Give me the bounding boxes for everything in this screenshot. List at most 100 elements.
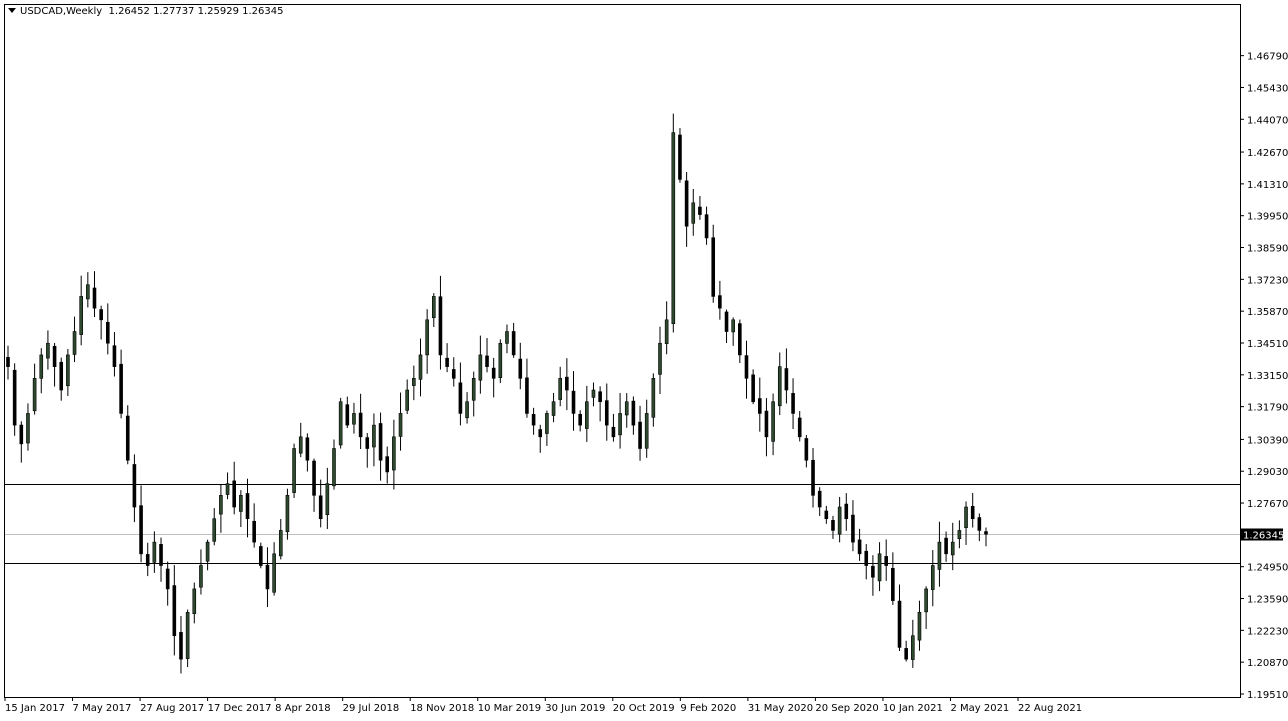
y-tick-label: 1.38590 xyxy=(1247,244,1288,255)
bear-candle xyxy=(378,423,383,461)
bear-candle xyxy=(252,520,256,543)
bear-candle xyxy=(491,367,496,379)
bear-candle xyxy=(538,429,543,438)
y-tick-label: 1.34510 xyxy=(1247,339,1288,350)
bull-candle xyxy=(471,378,476,401)
bear-candle xyxy=(99,309,103,321)
bear-candle xyxy=(678,134,682,180)
bear-candle xyxy=(445,357,449,367)
bear-candle xyxy=(6,356,10,367)
bull-candle xyxy=(405,389,409,411)
bear-candle xyxy=(179,632,183,660)
bear-candle xyxy=(757,398,762,414)
bull-candle xyxy=(66,354,70,387)
bull-candle xyxy=(777,366,782,407)
bear-candle xyxy=(172,585,177,637)
bear-candle xyxy=(864,550,869,566)
y-tick-label: 1.30390 xyxy=(1247,435,1288,446)
bear-candle xyxy=(724,311,729,332)
bull-candle xyxy=(72,331,77,355)
bear-candle xyxy=(12,369,17,426)
bear-candle xyxy=(904,648,908,660)
bear-candle xyxy=(857,539,862,555)
bear-candle xyxy=(844,503,849,520)
bull-candle xyxy=(658,342,662,375)
y-tick-label: 1.39950 xyxy=(1247,212,1288,223)
bear-candle xyxy=(165,568,170,590)
y-tick-label: 1.37230 xyxy=(1247,275,1288,286)
bear-candle xyxy=(305,437,310,461)
bear-candle xyxy=(598,391,602,403)
current-price-label: 1.26345 xyxy=(1243,531,1284,542)
bear-candle xyxy=(751,374,755,403)
bull-candle xyxy=(465,401,469,419)
bear-candle xyxy=(458,382,463,414)
bear-candle xyxy=(824,510,829,520)
bull-candle xyxy=(917,612,922,641)
bull-candle xyxy=(372,424,376,448)
bear-candle xyxy=(385,456,390,473)
x-tick-label: 9 Feb 2020 xyxy=(680,703,736,714)
bull-candle xyxy=(32,378,37,412)
bear-candle xyxy=(571,390,576,414)
candles-group xyxy=(6,113,988,674)
bull-candle xyxy=(671,132,676,324)
x-tick-label: 17 Dec 2017 xyxy=(208,703,272,714)
bear-candle xyxy=(871,565,875,578)
bear-candle xyxy=(891,568,895,601)
bear-candle xyxy=(318,495,323,520)
chart-title[interactable]: USDCAD,Weekly 1.26452 1.27737 1.25929 1.… xyxy=(8,6,283,17)
bull-candle xyxy=(937,541,942,570)
bear-candle xyxy=(817,490,822,508)
bull-candle xyxy=(691,202,696,224)
bull-candle xyxy=(478,354,483,381)
bear-candle xyxy=(531,414,536,426)
bear-candle xyxy=(132,464,137,508)
bear-candle xyxy=(897,600,902,648)
bull-candle xyxy=(152,541,157,563)
bull-candle xyxy=(911,635,915,660)
bull-candle xyxy=(199,565,203,588)
bull-candle xyxy=(392,436,396,471)
bull-candle xyxy=(278,530,283,557)
bull-candle xyxy=(418,354,423,380)
bull-candle xyxy=(298,436,303,454)
x-tick-label: 20 Oct 2019 xyxy=(613,703,675,714)
bear-candle xyxy=(159,544,163,566)
bear-candle xyxy=(851,514,855,543)
bear-candle xyxy=(105,321,110,344)
ohlc-label: 1.26452 1.27737 1.25929 1.26345 xyxy=(108,6,284,17)
bull-candle xyxy=(205,541,210,562)
bear-candle xyxy=(797,417,802,438)
y-tick-label: 1.22230 xyxy=(1247,626,1288,637)
bear-candle xyxy=(485,355,489,367)
bear-candle xyxy=(811,459,815,496)
dropdown-arrow-icon[interactable] xyxy=(8,7,16,13)
x-tick-label: 29 Jul 2018 xyxy=(343,703,400,714)
symbol-label: USDCAD,Weekly xyxy=(20,6,103,17)
y-tick-label: 1.45430 xyxy=(1247,83,1288,94)
bull-candle xyxy=(837,506,842,535)
bear-candle xyxy=(358,412,363,438)
bear-candle xyxy=(565,376,569,391)
y-axis: 1.46790 1.45430 1.44070 1.42670 1.41310 1.399… xyxy=(1240,52,1288,701)
y-tick-label: 1.35870 xyxy=(1247,307,1288,318)
bear-candle xyxy=(738,323,742,356)
x-axis: 15 Jan 2017 7 May 2017 27 Aug 2017 17 Dec 2… xyxy=(4,697,1082,714)
y-tick-label: 1.19510 xyxy=(1247,690,1288,701)
chart-canvas[interactable]: 1.26345 1.46790 1.45430 1.44070 1.42670 1.41… xyxy=(0,0,1288,721)
bull-candle xyxy=(505,331,509,344)
y-tick-label: 1.24950 xyxy=(1247,563,1288,574)
bear-candle xyxy=(52,345,57,367)
x-tick-label: 2 May 2021 xyxy=(950,703,1009,714)
bull-candle xyxy=(924,588,928,613)
bear-candle xyxy=(784,368,789,391)
bull-candle xyxy=(285,495,290,533)
bull-candle xyxy=(185,612,190,659)
bull-candle xyxy=(425,319,429,356)
x-tick-label: 30 Jun 2019 xyxy=(545,703,605,714)
bull-candle xyxy=(332,448,336,487)
bear-candle xyxy=(312,460,316,496)
bear-candle xyxy=(365,437,370,449)
bull-candle xyxy=(644,413,649,449)
